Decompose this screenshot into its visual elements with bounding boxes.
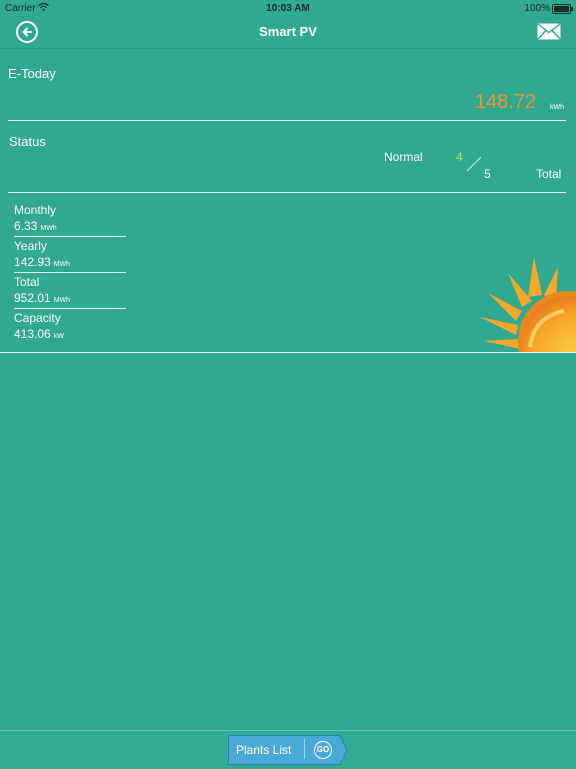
stat-yearly: Yearly 142.93 MWh <box>14 239 126 273</box>
etoday-value: 148.72 <box>474 91 536 113</box>
stat-value: 6.33 <box>14 219 38 233</box>
plants-list-button[interactable]: Plants List GO <box>228 735 348 765</box>
stat-label: Yearly <box>14 239 47 253</box>
stat-underline <box>14 308 126 309</box>
normal-count: 4 <box>456 150 463 164</box>
navigation-bar: Smart PV <box>0 16 576 49</box>
bottom-toolbar: Plants List GO <box>0 730 576 769</box>
divider <box>8 120 566 121</box>
go-icon: GO <box>314 741 332 759</box>
stat-label: Monthly <box>14 203 57 217</box>
stat-unit: MWh <box>53 297 71 304</box>
status-label: Status <box>9 134 46 149</box>
stat-total: Total 952.01 MWh <box>14 275 126 309</box>
total-count: 5 <box>484 167 491 181</box>
mail-icon[interactable] <box>537 22 561 45</box>
stat-underline <box>14 236 126 237</box>
battery-percent: 100% <box>524 3 550 14</box>
stat-monthly: Monthly 6.33 MWh <box>14 203 126 237</box>
etoday-unit: kWh <box>550 104 564 111</box>
sun-illustration-icon <box>480 255 576 391</box>
status-bar: Carrier 10:03 AM 100% <box>0 0 576 16</box>
page-title: Smart PV <box>259 24 317 39</box>
section-divider <box>0 352 576 353</box>
stat-unit: MWh <box>40 225 57 232</box>
plants-list-label: Plants List <box>236 743 292 757</box>
stat-unit: kW <box>53 333 64 340</box>
stat-value: 952.01 <box>14 291 51 305</box>
button-separator <box>304 739 305 759</box>
battery-icon <box>552 4 573 14</box>
stat-unit: MWh <box>53 261 71 268</box>
stat-value: 142.93 <box>14 255 51 269</box>
total-label: Total <box>536 167 562 181</box>
normal-label: Normal <box>384 150 423 164</box>
stat-value: 413.06 <box>14 327 51 341</box>
stat-capacity: Capacity 413.06 kW <box>14 311 126 343</box>
stat-label: Capacity <box>14 311 61 325</box>
stat-underline <box>14 272 126 273</box>
stat-label: Total <box>14 275 40 289</box>
clock: 10:03 AM <box>266 3 310 14</box>
etoday-label: E-Today <box>8 66 56 81</box>
fraction-slash <box>466 156 482 177</box>
divider <box>8 192 566 193</box>
